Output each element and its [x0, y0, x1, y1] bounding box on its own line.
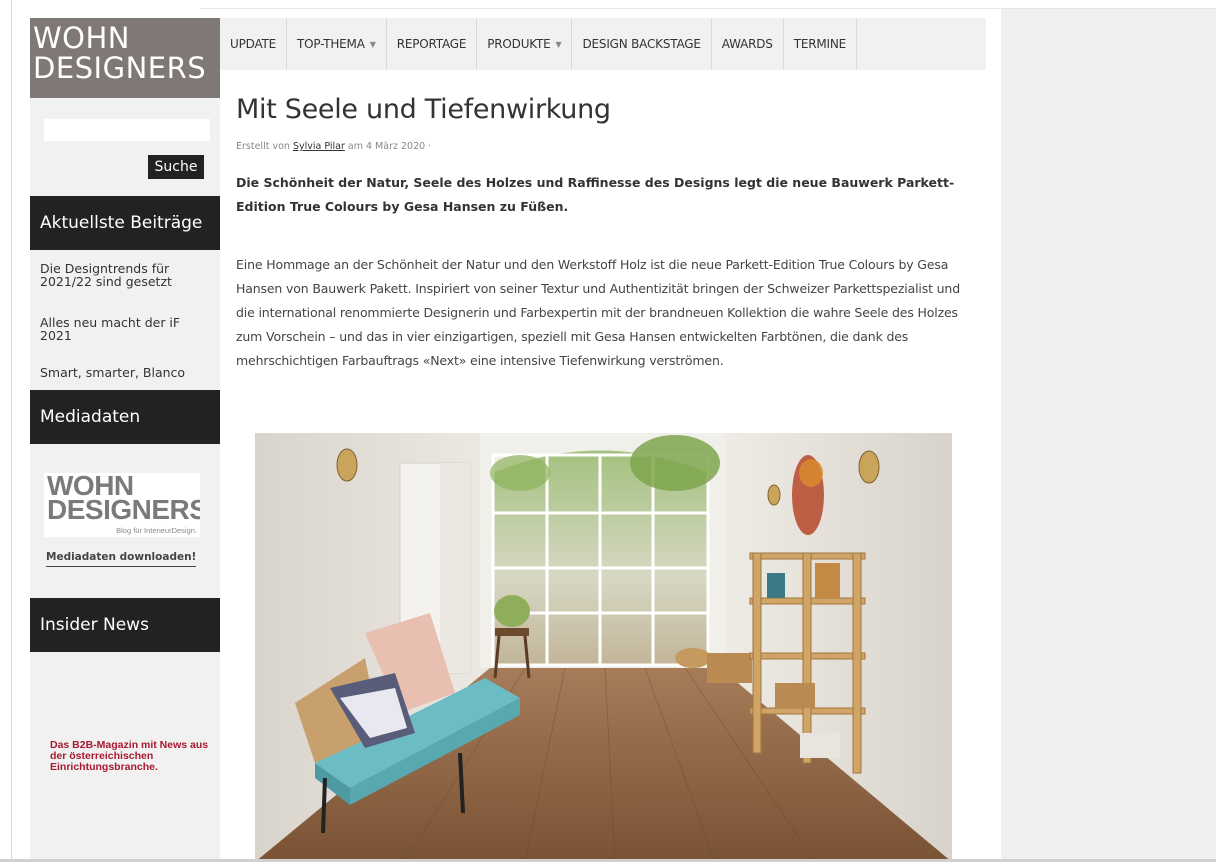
caret-down-icon: ▼ [555, 39, 562, 49]
nav-item-label: DESIGN BACKSTAGE [582, 37, 701, 51]
nav-item-label: UPDATE [230, 37, 277, 51]
left-divider [11, 0, 12, 862]
media-logo-line-2: DESIGNERS [47, 494, 200, 525]
nav-item-awards[interactable]: AWARDS [712, 18, 784, 70]
article-photo [255, 433, 952, 862]
nav-item-produkte[interactable]: PRODUKTE ▼ [477, 18, 573, 70]
nav-item-label: TOP-THEMA [297, 37, 365, 51]
post-title: Mit Seele und Tiefenwirkung [236, 94, 611, 125]
media-logo-tagline: Blog für InterieurDesign. [116, 526, 197, 535]
nav-item-design-backstage[interactable]: DESIGN BACKSTAGE [572, 18, 712, 70]
nav-item-top-thema[interactable]: TOP-THEMA ▼ [287, 18, 387, 70]
logo-line-1: WOHN [33, 21, 131, 55]
wall-lamp-left [336, 448, 358, 482]
meta-prefix: Erstellt von [236, 141, 290, 152]
nav-item-reportage[interactable]: REPORTAGE [387, 18, 478, 70]
hallway-photo-illustration [255, 433, 952, 862]
nav-item-termine[interactable]: TERMINE [784, 18, 858, 70]
nav-item-label: REPORTAGE [396, 37, 467, 51]
insider-news-title: Insider News [30, 598, 220, 652]
right-background [1001, 8, 1216, 862]
media-data-logo[interactable]: WOHN DESIGNERS Blog für InterieurDesign. [44, 473, 200, 537]
top-divider [200, 8, 1216, 9]
caret-down-icon: ▼ [369, 39, 376, 49]
recent-post-link-1[interactable]: Die Designtrends für 2021/22 sind gesetz… [40, 262, 215, 288]
author-link[interactable]: Sylvia Pilar [293, 141, 345, 152]
nav-item-label: AWARDS [721, 37, 773, 51]
search-input[interactable] [44, 119, 210, 141]
nav-item-update[interactable]: UPDATE [220, 18, 288, 70]
post-body: Eine Hommage an der Schönheit der Natur … [236, 257, 960, 368]
recent-post-link-3[interactable]: Smart, smarter, Blanco [40, 366, 215, 379]
post-meta: Erstellt von Sylvia Pilar am 4 März 2020… [236, 141, 431, 152]
page: WOHN DESIGNERS Suche Aktuellste Beiträge… [0, 0, 1216, 862]
nav-item-label: PRODUKTE [487, 37, 551, 51]
meta-date: am 4 März 2020 · [347, 141, 432, 152]
main-content: UPDATE TOP-THEMA ▼ REPORTAGE PRODUKTE ▼ … [220, 18, 986, 862]
media-data-title: Mediadaten [30, 390, 220, 444]
logo-line-2: DESIGNERS [33, 51, 207, 85]
nav-item-label: TERMINE [793, 37, 847, 51]
insider-ad-text[interactable]: Das B2B-Magazin mit News aus der österre… [50, 740, 215, 773]
search-button[interactable]: Suche [148, 155, 204, 179]
site-logo[interactable]: WOHN DESIGNERS [30, 18, 220, 98]
sidebar: WOHN DESIGNERS Suche Aktuellste Beiträge… [30, 18, 220, 862]
media-download-link[interactable]: Mediadaten downloaden! [46, 551, 197, 567]
recent-posts-title: Aktuellste Beiträge [30, 196, 220, 250]
post-lead: Die Schönheit der Natur, Seele des Holze… [236, 175, 955, 214]
recent-post-link-2[interactable]: Alles neu macht der iF 2021 [40, 316, 215, 342]
main-nav: UPDATE TOP-THEMA ▼ REPORTAGE PRODUKTE ▼ … [220, 18, 986, 70]
